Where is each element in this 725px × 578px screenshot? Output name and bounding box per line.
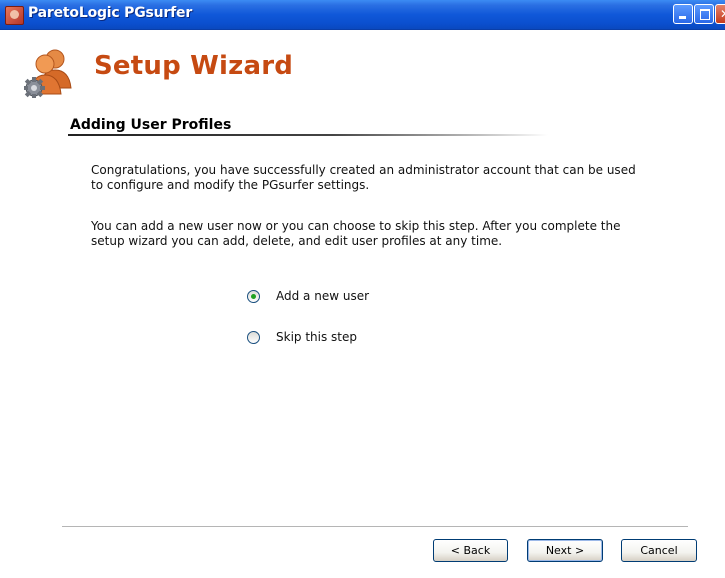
instructions-paragraph: You can add a new user now or you can ch… <box>91 219 621 248</box>
close-button[interactable]: ✕ <box>715 4 725 24</box>
setup-wizard-window: ParetoLogic PGsurfer ✕ <box>0 0 725 578</box>
minimize-icon <box>679 16 686 19</box>
wizard-title: Setup Wizard <box>94 51 294 81</box>
back-button[interactable]: < Back <box>433 539 508 562</box>
skip-step-label[interactable]: Skip this step <box>276 330 357 344</box>
users-gear-icon <box>24 49 72 98</box>
minimize-button[interactable] <box>673 4 693 24</box>
maximize-button[interactable] <box>694 4 714 24</box>
skip-step-option[interactable]: Skip this step <box>247 329 357 345</box>
cancel-button[interactable]: Cancel <box>621 539 697 562</box>
close-icon: ✕ <box>716 5 725 23</box>
maximize-icon <box>700 9 710 20</box>
intro-paragraph: Congratulations, you have successfully c… <box>91 163 636 192</box>
title-bar[interactable]: ParetoLogic PGsurfer ✕ <box>0 0 725 30</box>
next-button[interactable]: Next > <box>527 539 603 562</box>
section-title: Adding User Profiles <box>70 117 232 133</box>
add-new-user-radio[interactable] <box>247 289 260 303</box>
window-title: ParetoLogic PGsurfer <box>28 5 193 21</box>
skip-step-radio[interactable] <box>247 330 260 344</box>
section-divider <box>68 134 548 136</box>
app-icon[interactable] <box>5 6 24 25</box>
add-new-user-label[interactable]: Add a new user <box>276 289 369 303</box>
add-new-user-option[interactable]: Add a new user <box>247 288 369 304</box>
footer-divider <box>62 526 688 528</box>
